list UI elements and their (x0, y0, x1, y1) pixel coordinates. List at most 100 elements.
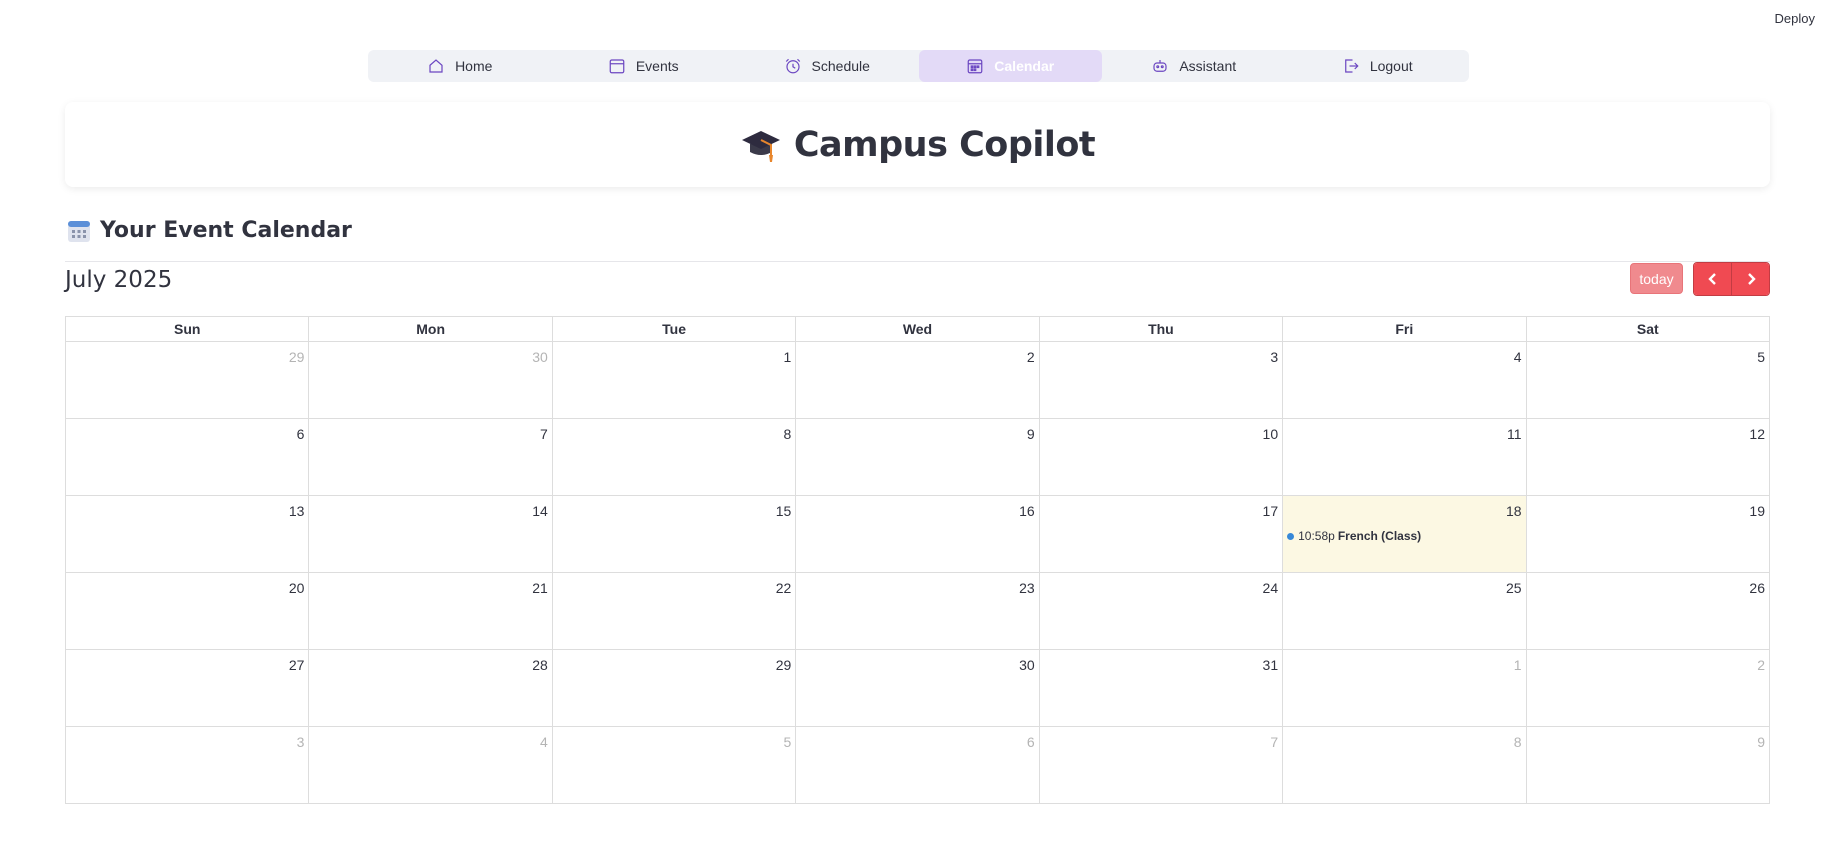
robot-icon (1153, 60, 1167, 72)
calendar-day-cell[interactable]: 22 (551, 572, 797, 650)
calendar-icon (68, 220, 90, 242)
day-number[interactable]: 26 (1749, 580, 1765, 596)
calendar-day-cell[interactable]: 25 (1282, 572, 1527, 650)
calendar-day-cell[interactable]: 1 (1282, 649, 1527, 727)
day-number[interactable]: 28 (532, 657, 548, 673)
calendar-day-cell[interactable]: 4 (308, 726, 553, 804)
day-number[interactable]: 7 (540, 426, 548, 442)
nav-item-assistant[interactable]: Assistant (1102, 50, 1286, 82)
calendar-day-cell[interactable]: 31 (1038, 649, 1284, 727)
calendar-day-cell[interactable]: 18 10:58p French (Class) (1282, 495, 1527, 573)
calendar-day-cell[interactable]: 3 (1038, 341, 1284, 419)
day-number[interactable]: 2 (1757, 657, 1765, 673)
day-number[interactable]: 30 (1019, 657, 1035, 673)
today-button[interactable]: today (1630, 263, 1683, 294)
nav-item-calendar[interactable]: Calendar (918, 50, 1102, 82)
day-number[interactable]: 4 (540, 734, 548, 750)
calendar-day-cell[interactable]: 2 (1525, 649, 1771, 727)
day-number[interactable]: 4 (1514, 349, 1522, 365)
day-number[interactable]: 20 (289, 580, 305, 596)
calendar-day-cell[interactable]: 5 (1525, 341, 1771, 419)
nav-item-schedule[interactable]: Schedule (735, 50, 919, 82)
calendar-day-cell[interactable]: 9 (795, 418, 1040, 496)
day-number[interactable]: 16 (1019, 503, 1035, 519)
graduation-cap-icon (741, 130, 780, 162)
prev-month-button[interactable] (1694, 263, 1731, 295)
day-number[interactable]: 24 (1263, 580, 1279, 596)
calendar-day-cell[interactable]: 5 (551, 726, 797, 804)
day-number[interactable]: 6 (297, 426, 305, 442)
calendar-day-cell[interactable]: 15 (551, 495, 797, 573)
day-number[interactable]: 29 (289, 349, 305, 365)
day-number[interactable]: 18 (1506, 503, 1522, 519)
calendar-day-cell[interactable]: 26 (1525, 572, 1771, 650)
day-number[interactable]: 31 (1263, 657, 1279, 673)
calendar-day-cell[interactable]: 2 (795, 341, 1040, 419)
day-number[interactable]: 23 (1019, 580, 1035, 596)
calendar-day-cell[interactable]: 3 (64, 726, 310, 804)
day-number[interactable]: 1 (1514, 657, 1522, 673)
day-number[interactable]: 8 (783, 426, 791, 442)
day-number[interactable]: 14 (532, 503, 548, 519)
calendar-day-cell[interactable]: 23 (795, 572, 1040, 650)
day-number[interactable]: 25 (1506, 580, 1522, 596)
calendar-day-cell[interactable]: 21 (308, 572, 553, 650)
calendar-day-cell[interactable]: 28 (308, 649, 553, 727)
day-number[interactable]: 17 (1263, 503, 1279, 519)
calendar-day-cell[interactable]: 27 (64, 649, 310, 727)
day-number[interactable]: 12 (1749, 426, 1765, 442)
day-number[interactable]: 10 (1263, 426, 1279, 442)
day-number[interactable]: 6 (1027, 734, 1035, 750)
deploy-button[interactable]: Deploy (1775, 11, 1815, 26)
day-number[interactable]: 19 (1749, 503, 1765, 519)
day-number[interactable]: 3 (1270, 349, 1278, 365)
day-number[interactable]: 3 (297, 734, 305, 750)
page-title: Campus Copilot (793, 124, 1096, 165)
calendar-day-cell[interactable]: 7 (308, 418, 553, 496)
chevron-left-icon (1707, 273, 1716, 285)
day-number[interactable]: 8 (1514, 734, 1522, 750)
day-number[interactable]: 29 (776, 657, 792, 673)
day-number[interactable]: 5 (1757, 349, 1765, 365)
day-number[interactable]: 9 (1757, 734, 1765, 750)
next-month-button[interactable] (1731, 263, 1769, 295)
day-number[interactable]: 1 (783, 349, 791, 365)
day-number[interactable]: 30 (532, 349, 548, 365)
calendar-day-cell[interactable]: 29 (64, 341, 310, 419)
calendar-day-cell[interactable]: 29 (551, 649, 797, 727)
calendar-day-cell[interactable]: 16 (795, 495, 1040, 573)
calendar-day-cell[interactable]: 17 (1038, 495, 1284, 573)
calendar-day-cell[interactable]: 7 (1038, 726, 1284, 804)
calendar-day-cell[interactable]: 6 (795, 726, 1040, 804)
day-number[interactable]: 9 (1027, 426, 1035, 442)
day-number[interactable]: 13 (289, 503, 305, 519)
calendar-day-cell[interactable]: 24 (1038, 572, 1284, 650)
nav-item-home[interactable]: Home (368, 50, 552, 82)
nav-item-logout[interactable]: Logout (1286, 50, 1470, 82)
calendar-day-cell[interactable]: 9 (1525, 726, 1771, 804)
calendar-day-cell[interactable]: 8 (551, 418, 797, 496)
nav-item-events[interactable]: Events (552, 50, 736, 82)
calendar-day-cell[interactable]: 4 (1282, 341, 1527, 419)
calendar-day-cell[interactable]: 14 (308, 495, 553, 573)
calendar-day-cell[interactable]: 20 (64, 572, 310, 650)
day-number[interactable]: 7 (1270, 734, 1278, 750)
calendar-day-cell[interactable]: 6 (64, 418, 310, 496)
calendar-day-cell[interactable]: 30 (308, 341, 553, 419)
calendar-day-cell[interactable]: 1 (551, 341, 797, 419)
calendar-day-cell[interactable]: 12 (1525, 418, 1771, 496)
calendar-day-cell[interactable]: 19 (1525, 495, 1771, 573)
calendar-day-cell[interactable]: 11 (1282, 418, 1527, 496)
day-number[interactable]: 21 (532, 580, 548, 596)
day-number[interactable]: 22 (776, 580, 792, 596)
calendar-day-cell[interactable]: 30 (795, 649, 1040, 727)
day-number[interactable]: 11 (1507, 426, 1522, 442)
calendar-day-cell[interactable]: 10 (1038, 418, 1284, 496)
calendar-event[interactable]: 10:58p French (Class) (1287, 529, 1421, 543)
day-number[interactable]: 15 (776, 503, 792, 519)
calendar-day-cell[interactable]: 8 (1282, 726, 1527, 804)
day-number[interactable]: 5 (783, 734, 791, 750)
day-number[interactable]: 2 (1027, 349, 1035, 365)
calendar-day-cell[interactable]: 13 (64, 495, 310, 573)
day-number[interactable]: 27 (289, 657, 305, 673)
